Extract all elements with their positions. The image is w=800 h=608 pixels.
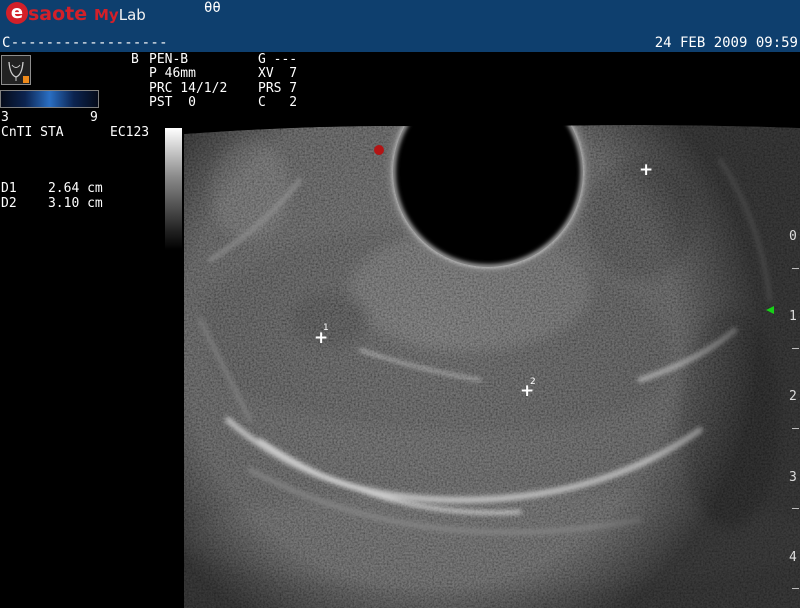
measurement-label: D1 [1, 181, 17, 196]
status-line: C------------------ [2, 35, 168, 51]
grayscale-bar [165, 128, 182, 250]
caliper-number-1: 1 [323, 323, 329, 333]
logo-product: MyLab [94, 6, 146, 24]
focus-marker-icon [766, 306, 774, 314]
depth-tick [792, 348, 799, 349]
param-pen: PEN-B [149, 52, 189, 67]
uterus-icon [1, 55, 31, 85]
depth-tick [792, 428, 799, 429]
header-glyph: θθ [204, 0, 221, 16]
depth-tick [792, 508, 799, 509]
depth-label-2: 2 [789, 389, 797, 404]
param-gain: G --- [258, 52, 298, 67]
mode-label: B [131, 52, 139, 67]
measurement-value: 3.10 [47, 196, 80, 211]
depth-label-0: 0 [789, 229, 797, 244]
depth-label-4: 4 [789, 550, 797, 565]
measurement-value: 2.64 [47, 181, 80, 196]
logo-icon: e [6, 2, 28, 24]
measurement-d2: D2 3.10 cm [1, 196, 103, 211]
map-min: 3 [1, 110, 9, 125]
info-line: CnTI STA [1, 125, 64, 140]
logo-lab: Lab [118, 6, 146, 24]
doppler-dot [374, 145, 384, 155]
measurement-unit: cm [87, 181, 103, 196]
date: 24 FEB 2009 [654, 35, 748, 51]
caliper-marker-3: + [639, 160, 654, 180]
date-time: 24 FEB 2009 09:59 [655, 35, 798, 51]
measurement-d1: D1 2.64 cm [1, 181, 103, 196]
depth-label-3: 3 [789, 470, 797, 485]
map-max: 9 [90, 110, 98, 125]
depth-label-1: 1 [789, 309, 797, 324]
param-xv: XV 7 [258, 66, 298, 81]
param-depth: P 46mm [149, 66, 196, 81]
depth-tick [792, 588, 799, 589]
time: 09:59 [755, 35, 798, 51]
depth-tick [792, 268, 799, 269]
param-pst: PST 0 [149, 95, 196, 110]
measurement-unit: cm [87, 196, 103, 211]
logo-text: saote [28, 3, 88, 25]
measurement-label: D2 [1, 196, 17, 211]
param-prc: PRC 14/1/2 [149, 81, 228, 96]
color-map-bar [0, 90, 99, 108]
probe-name: EC123 [110, 125, 150, 140]
param-prs: PRS 7 [258, 81, 298, 96]
caliper-number-2: 2 [530, 377, 536, 387]
ultrasound-image [184, 124, 800, 608]
logo-my: My [94, 6, 119, 24]
param-c: C 2 [258, 95, 298, 110]
header-bar: e saote MyLab θθ C------------------ 24 … [0, 0, 800, 52]
